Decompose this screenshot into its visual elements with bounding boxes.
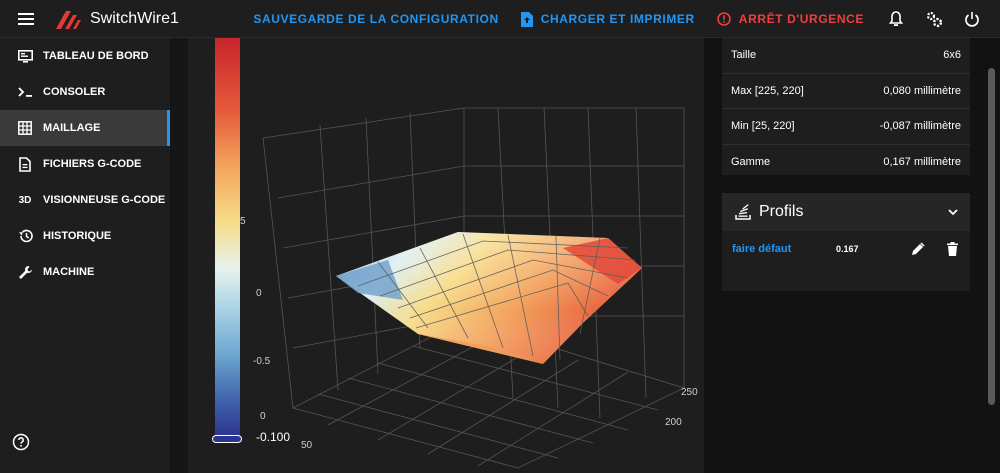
- mesh-info-label: Taille: [731, 49, 757, 62]
- upload-print-label: CHARGER ET IMPRIMER: [540, 12, 695, 26]
- profile-name-link[interactable]: faire défaut: [732, 243, 836, 255]
- console-icon: [16, 87, 34, 97]
- save-config-label: SAUVEGARDE DE LA CONFIGURATION: [253, 12, 499, 26]
- mesh-surface-plot[interactable]: [188, 38, 704, 473]
- sidebar-item-label: TABLEAU DE BORD: [43, 50, 149, 62]
- save-config-button[interactable]: SAUVEGARDE DE LA CONFIGURATION: [253, 12, 498, 26]
- emergency-stop-label: ARRÊT D'URGENCE: [738, 12, 864, 26]
- mesh-info-label: Gamme: [731, 156, 771, 169]
- colorbar-tick-min: -0.100: [256, 430, 291, 444]
- sidebar-item-label: FICHIERS G-CODE: [43, 158, 142, 170]
- profile-value: 0.167: [836, 244, 859, 254]
- sidebar-item-label: CONSOLER: [43, 86, 106, 98]
- pencil-icon[interactable]: [911, 242, 925, 256]
- mesh-info-row: Gamme 0,167 millimètre: [722, 145, 970, 181]
- mesh-info-value: 0,167 millimètre: [883, 156, 961, 169]
- mesh-info-label: Min [25, 220]: [731, 120, 795, 133]
- profiles-title: Profils: [759, 203, 804, 220]
- chevron-down-icon[interactable]: [948, 208, 958, 216]
- menu-icon[interactable]: [18, 12, 34, 25]
- mesh-surface: [336, 232, 642, 364]
- mesh-info-value: 6x6: [943, 49, 961, 62]
- app-title: SwitchWire1: [90, 9, 179, 27]
- history-icon: [16, 229, 34, 243]
- sidebar-item-gcode-files[interactable]: FICHIERS G-CODE: [0, 146, 170, 182]
- top-actions: SAUVEGARDE DE LA CONFIGURATION CHARGER E…: [253, 0, 1000, 38]
- sidebar-item-gcode-viewer[interactable]: 3D VISIONNEUSE G-CODE: [0, 182, 170, 218]
- 3d-icon: 3D: [18, 194, 32, 206]
- app-logo-icon: [56, 10, 81, 29]
- trash-icon[interactable]: [947, 242, 958, 256]
- dashboard-icon: [16, 49, 34, 63]
- x-axis-tick: 50: [301, 440, 313, 451]
- y-axis-tick: 200: [665, 417, 682, 428]
- sidebar: TABLEAU DE BORD CONSOLER MAILLAGE FICHIE…: [0, 38, 170, 473]
- content-gutter: [170, 38, 188, 473]
- profile-actions: [889, 242, 958, 256]
- sidebar-item-label: MACHINE: [43, 266, 95, 278]
- profile-row: faire défaut 0.167: [722, 231, 970, 267]
- top-bar: SwitchWire1 SAUVEGARDE DE LA CONFIGURATI…: [0, 0, 1000, 38]
- colorbar-tick: 5: [240, 216, 246, 227]
- profiles-header[interactable]: Profils: [722, 193, 970, 231]
- colorbar-tick: 0: [256, 288, 262, 299]
- mesh-info-value: -0,087 millimètre: [879, 120, 961, 133]
- wrench-icon: [16, 265, 34, 280]
- file-upload-icon: [520, 11, 533, 27]
- stack-icon: [735, 204, 751, 220]
- help-circle-icon[interactable]: [12, 433, 30, 451]
- mesh-info-label: Max [225, 220]: [731, 84, 804, 97]
- mesh-info-value: 0,080 millimètre: [883, 84, 961, 97]
- sidebar-item-history[interactable]: HISTORIQUE: [0, 218, 170, 254]
- settings-cogs-icon[interactable]: [924, 9, 944, 29]
- mesh-info-row: Taille 6x6: [722, 38, 970, 74]
- app-root: SwitchWire1 SAUVEGARDE DE LA CONFIGURATI…: [0, 0, 1000, 473]
- sidebar-item-console[interactable]: CONSOLER: [0, 74, 170, 110]
- sidebar-item-mesh[interactable]: MAILLAGE: [0, 110, 170, 146]
- page-scrollbar[interactable]: [988, 68, 995, 405]
- mesh-plot-card: 5 0 -0.5 0 -0.100 50 250 200: [188, 38, 704, 473]
- mesh-info-card: Taille 6x6 Max [225, 220] 0,080 millimèt…: [722, 38, 970, 175]
- alert-circle-icon: [716, 12, 731, 26]
- mesh-info-row: Min [25, 220] -0,087 millimètre: [722, 109, 970, 145]
- grid-icon: [16, 121, 34, 135]
- upload-print-button[interactable]: CHARGER ET IMPRIMER: [520, 11, 695, 27]
- colorbar-tick: -0.5: [253, 356, 271, 367]
- profiles-card: Profils faire défaut 0.167: [722, 193, 970, 291]
- y-axis-tick: 250: [681, 387, 698, 398]
- sidebar-item-label: HISTORIQUE: [43, 230, 112, 242]
- sidebar-item-dashboard[interactable]: TABLEAU DE BORD: [0, 38, 170, 74]
- bell-icon[interactable]: [886, 9, 906, 29]
- z-axis-tick: 0: [260, 411, 266, 422]
- sidebar-item-label: MAILLAGE: [43, 122, 101, 134]
- sidebar-item-machine[interactable]: MACHINE: [0, 254, 170, 290]
- sidebar-item-label: VISIONNEUSE G-CODE: [43, 194, 166, 206]
- file-icon: [16, 156, 34, 172]
- mesh-info-row: Max [225, 220] 0,080 millimètre: [722, 74, 970, 109]
- power-icon[interactable]: [962, 9, 982, 29]
- emergency-stop-button[interactable]: ARRÊT D'URGENCE: [716, 12, 864, 26]
